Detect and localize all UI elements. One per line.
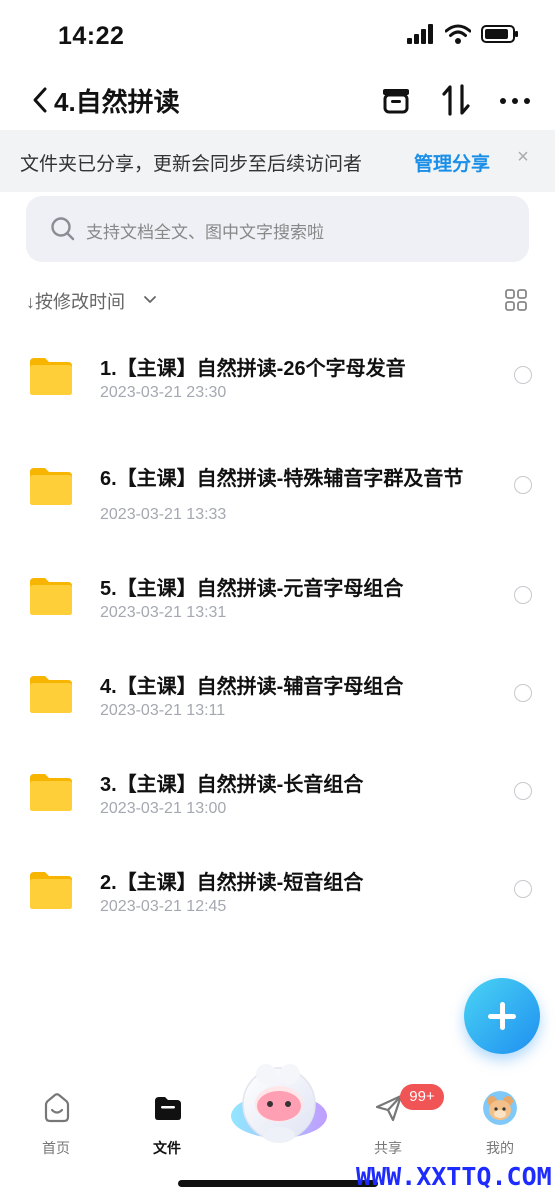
- folder-icon: [30, 872, 72, 909]
- file-date: 2023-03-21 13:11: [100, 702, 226, 719]
- file-name: 6.【主课】自然拼读-特殊辅音字群及音节: [100, 468, 464, 490]
- archive-icon[interactable]: [378, 82, 414, 118]
- folder-icon: [30, 774, 72, 811]
- manage-share-link[interactable]: 管理分享: [414, 149, 490, 176]
- select-radio[interactable]: [514, 684, 532, 702]
- nav-bar: 4.自然拼读: [0, 72, 555, 128]
- list-item[interactable]: 2.【主课】自然拼读-短音组合 2023-03-21 12:45: [0, 858, 555, 954]
- file-date: 2023-03-21 13:33: [100, 506, 227, 523]
- select-radio[interactable]: [514, 476, 532, 494]
- list-item[interactable]: 3.【主课】自然拼读-长音组合 2023-03-21 13:00: [0, 760, 555, 856]
- list-item[interactable]: 1.【主课】自然拼读-26个字母发音 2023-03-21 23:30: [0, 344, 555, 440]
- status-time: 14:22: [58, 22, 125, 50]
- search-input[interactable]: 支持文档全文、图中文字搜索啦: [26, 196, 529, 262]
- tab-home[interactable]: 首页: [16, 1090, 96, 1162]
- plus-icon-stroke: [500, 1002, 505, 1030]
- file-name: 2.【主课】自然拼读-短音组合: [100, 872, 364, 894]
- more-icon[interactable]: [496, 86, 534, 116]
- grid-view-icon[interactable]: [504, 288, 528, 312]
- file-name: 4.【主课】自然拼读-辅音字母组合: [100, 676, 404, 698]
- sort-row: ↓按修改时间: [0, 282, 555, 318]
- share-banner: 文件夹已分享，更新会同步至后续访问者 管理分享 ×: [0, 130, 555, 192]
- battery-icon: [481, 25, 518, 43]
- file-date: 2023-03-21 13:31: [100, 604, 227, 621]
- watermark-text: WWW.XXTTQ.COM: [356, 1162, 552, 1191]
- status-bar: 14:22: [0, 0, 555, 72]
- close-icon[interactable]: ×: [512, 146, 534, 174]
- back-arrow-icon[interactable]: [28, 84, 52, 116]
- mascot-button[interactable]: [228, 1060, 330, 1146]
- sort-arrows-icon[interactable]: [438, 82, 474, 118]
- folder-icon: [30, 578, 72, 615]
- sort-dropdown[interactable]: ↓按修改时间: [26, 288, 125, 314]
- tab-label: 首页: [42, 1140, 70, 1156]
- search-placeholder: 支持文档全文、图中文字搜索啦: [86, 223, 324, 242]
- file-name: 5.【主课】自然拼读-元音字母组合: [100, 578, 404, 600]
- list-item[interactable]: 4.【主课】自然拼读-辅音字母组合 2023-03-21 13:11: [0, 662, 555, 758]
- list-item[interactable]: 6.【主课】自然拼读-特殊辅音字群及音节 2023-03-21 13:33: [0, 454, 555, 550]
- search-icon: [51, 217, 75, 241]
- file-date: 2023-03-21 12:45: [100, 898, 227, 915]
- folder-icon: [155, 1097, 181, 1120]
- status-icons: [407, 24, 519, 44]
- wifi-icon: [445, 24, 471, 44]
- select-radio[interactable]: [514, 782, 532, 800]
- folder-icon: [30, 676, 72, 713]
- signal-icon: [407, 24, 433, 44]
- file-date: 2023-03-21 13:00: [100, 800, 227, 817]
- file-date: 2023-03-21 23:30: [100, 384, 227, 401]
- notification-badge: 99+: [400, 1084, 444, 1110]
- tab-label: 共享: [374, 1140, 402, 1156]
- select-radio[interactable]: [514, 366, 532, 384]
- add-button[interactable]: [464, 978, 540, 1054]
- folder-icon: [30, 468, 72, 505]
- chevron-down-icon[interactable]: [142, 292, 158, 308]
- select-radio[interactable]: [514, 586, 532, 604]
- file-name: 3.【主课】自然拼读-长音组合: [100, 774, 364, 796]
- tab-label: 我的: [486, 1140, 514, 1156]
- tab-label: 文件: [153, 1140, 181, 1156]
- list-item[interactable]: 5.【主课】自然拼读-元音字母组合 2023-03-21 13:31: [0, 564, 555, 660]
- file-name: 1.【主课】自然拼读-26个字母发音: [100, 358, 406, 380]
- home-indicator: [178, 1180, 378, 1187]
- share-notice-text: 文件夹已分享，更新会同步至后续访问者: [20, 154, 363, 175]
- page-title: 4.自然拼读: [54, 87, 180, 117]
- select-radio[interactable]: [514, 880, 532, 898]
- avatar[interactable]: [483, 1091, 517, 1125]
- folder-icon: [30, 358, 72, 395]
- tab-files[interactable]: 文件: [127, 1090, 207, 1162]
- home-icon: [44, 1093, 70, 1123]
